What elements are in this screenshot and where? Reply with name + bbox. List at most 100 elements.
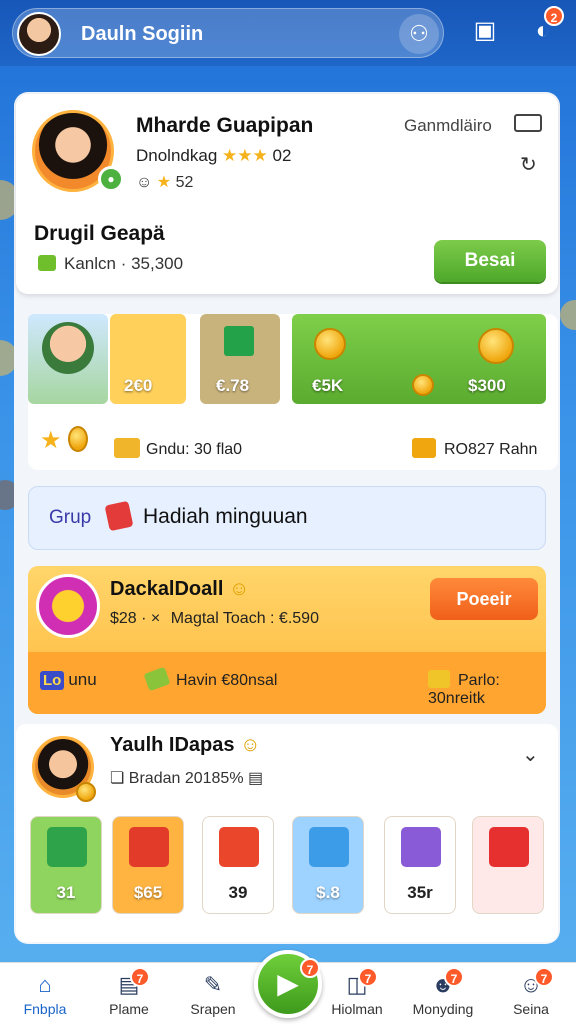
nav-badge: 7 [444, 967, 464, 987]
group-info: Kanlcn · 35,300 [38, 254, 183, 274]
profile-level: ☺ ★ 52 [136, 172, 193, 192]
rewards-info-left-text: Gndu: 30 fla0 [146, 441, 243, 458]
avatar[interactable] [17, 12, 61, 56]
screen-icon[interactable] [514, 114, 542, 132]
smile-icon: ☺ [228, 578, 250, 600]
star-rating-icon: ★★★ [222, 146, 268, 165]
chest-icon [412, 438, 436, 458]
account-pill[interactable]: Dauln Sogiin ⚇ [12, 8, 444, 58]
play-icon: ▶ [277, 968, 299, 999]
reward-tile-chest[interactable]: 2€0 [110, 314, 186, 404]
edit-icon: ✎ [203, 972, 223, 997]
deal-subtitle: $28 · × Magtal Toach : €.590 [110, 610, 319, 628]
star-icon: ★ [40, 427, 62, 454]
chevron-down-icon[interactable]: ⌄ [522, 742, 539, 767]
nav-badge: 7 [130, 967, 150, 987]
nav-label: Srapen [190, 1001, 236, 1017]
gift-tile[interactable]: 35r [384, 816, 456, 914]
character-icon [42, 322, 94, 374]
camera-icon[interactable]: ▣ [468, 14, 502, 48]
deal-tag: Lo [40, 671, 65, 690]
deal-bottom-bar: Lo unu Havin €80nsal Parlo: 30nreitk [28, 652, 546, 714]
center-badge: 7 [300, 958, 320, 978]
nav-home[interactable]: ⌂ Fnbpla [0, 963, 90, 1024]
user-subtitle: ❏ Bradan 20185% ▤ [110, 768, 263, 788]
deal-sub-right: Magtal Toach : €.590 [170, 610, 319, 627]
ticket-outline-icon: ❏ [110, 770, 125, 787]
main-panel: ● Mharde Guapipan Dnolndkag ★★★ 02 ☺ ★ 5… [14, 92, 560, 944]
gift-tile[interactable]: $.8 [292, 816, 364, 914]
gift-box-icon [309, 827, 349, 867]
list-icon: ▤ [248, 770, 264, 787]
profile-stars-value: 02 [272, 146, 292, 165]
background-coin [560, 300, 576, 330]
deal-bottom-left-text: unu [68, 670, 97, 689]
gift-box-icon [489, 827, 529, 867]
rewards-info-left: Gndu: 30 fla0 [114, 438, 242, 459]
banner-text: Hadiah minguuan [143, 505, 308, 528]
notification-badge: 2 [544, 6, 564, 26]
profile-subtitle: Dnolndkag ★★★ 02 [136, 146, 291, 166]
reward-tile-coins[interactable]: €5K $300 [292, 314, 546, 404]
nav-seina[interactable]: ☺ Seina [486, 963, 576, 1024]
refresh-icon[interactable]: ↻ [520, 152, 537, 177]
group-info-text: Kanlcn · 35,300 [64, 254, 184, 273]
rewards-info-right: RO827 Rahn [412, 438, 537, 459]
nav-plame[interactable]: ▤ Plame [84, 963, 174, 1024]
nav-badge: 7 [534, 967, 554, 987]
emoji-icon: ☺ [136, 174, 153, 191]
besai-button[interactable]: Besai [434, 240, 546, 282]
deal-bottom-mid: Havin €80nsal [143, 666, 277, 692]
gift-label: 31 [56, 883, 76, 902]
nav-label: Fnbpla [23, 1001, 67, 1017]
profile-name: Mharde Guapipan [136, 114, 314, 137]
coin-icon [68, 426, 88, 452]
gift-box-icon [401, 827, 441, 867]
reward-tile-label: €5K [312, 376, 344, 395]
coin-icon [76, 782, 96, 802]
home-icon: ⌂ [38, 972, 52, 997]
coin-icon [478, 328, 514, 364]
ticket-icon [143, 666, 171, 692]
profile-subtitle-text: Dnolndkag [136, 146, 218, 165]
profile-right-label[interactable]: Ganmdläiro [404, 116, 492, 136]
banner-prefix: Grup [49, 507, 92, 528]
gift-tile[interactable] [472, 816, 544, 914]
reward-tile-gem[interactable]: €.78 [200, 314, 280, 404]
gift-icon [104, 500, 134, 532]
profile-card: ● Mharde Guapipan Dnolndkag ★★★ 02 ☺ ★ 5… [16, 94, 558, 294]
group-title: Drugil Geapä [34, 222, 165, 245]
group-chip-icon [38, 255, 56, 271]
gift-tile[interactable]: 31 [30, 816, 102, 914]
reward-tile-label: $300 [468, 376, 506, 395]
rewards-info-right-text: RO827 Rahn [444, 441, 538, 458]
nav-srapen[interactable]: ✎ Srapen [168, 963, 258, 1024]
online-status-icon: ● [98, 166, 124, 192]
nav-label: Seina [513, 1001, 549, 1017]
gift-box-icon [47, 827, 87, 867]
user-card: Yaulh IDapas ☺ ❏ Bradan 20185% ▤ ⌄ 31 $65… [16, 724, 558, 942]
deal-bottom-left: Lo unu [40, 670, 97, 690]
gift-tile[interactable]: 39 [202, 816, 274, 914]
nav-badge: 7 [358, 967, 378, 987]
nav-label: Hiolman [331, 1001, 383, 1017]
user-subtitle-text: Bradan 20185% [128, 770, 244, 787]
nav-label: Plame [109, 1001, 149, 1017]
coin-stack-icon [428, 670, 450, 688]
nav-label: Monyding [412, 1001, 474, 1017]
smile-icon: ☺ [240, 734, 261, 756]
inbox-icon[interactable]: ⚇ [399, 14, 439, 54]
poeeir-button[interactable]: Poeeir [430, 578, 538, 620]
nav-monyding[interactable]: ☻ Monyding [398, 963, 488, 1024]
gem-icon [224, 326, 254, 356]
weekly-reward-banner[interactable]: Grup Hadiah minguuan [28, 486, 546, 550]
gift-box-icon [219, 827, 259, 867]
nav-hiolman[interactable]: ◫ Hiolman [312, 963, 402, 1024]
user-name-text: Yaulh IDapas [110, 734, 235, 756]
deal-title: DackalDoall ☺ [110, 578, 249, 601]
deal-bottom-right: Parlo: 30nreitk [428, 670, 546, 708]
gift-label: $.8 [316, 883, 340, 902]
reward-tile-label: 2€0 [124, 376, 153, 395]
reward-tile-label: €.78 [216, 376, 250, 395]
gift-tile[interactable]: $65 [112, 816, 184, 914]
